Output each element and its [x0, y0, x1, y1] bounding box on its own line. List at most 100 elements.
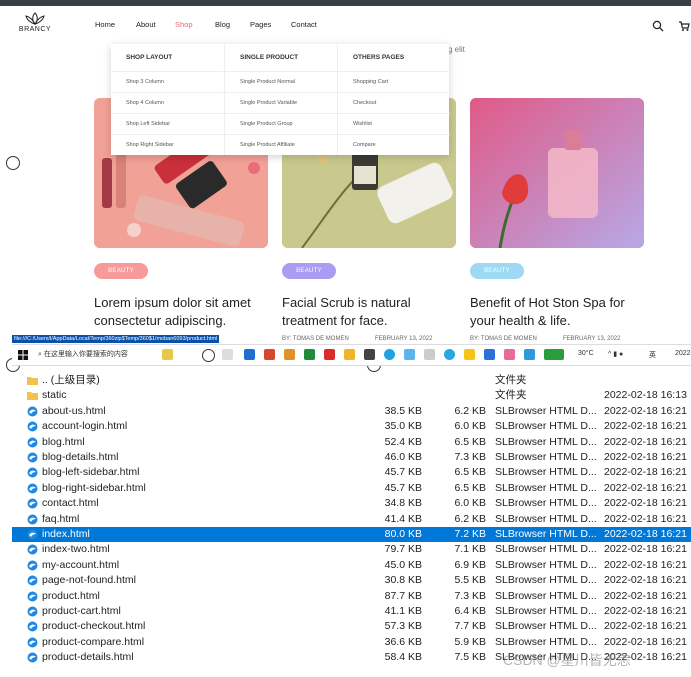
- mega-menu-item[interactable]: Single Product Normal: [225, 71, 337, 92]
- mega-menu-item[interactable]: Single Product Group: [225, 113, 337, 134]
- watermark: CSDN @星川皆无恙: [503, 652, 631, 668]
- file-row[interactable]: blog-details.html 46.0 KB 7.3 KB SLBrowser …: [12, 450, 691, 465]
- file-row[interactable]: blog-left-sidebar.html 45.7 KB 6.5 KB SLBro…: [12, 465, 691, 480]
- input-language[interactable]: 英: [649, 350, 656, 360]
- file-type: SLBrowser HTML D...: [495, 435, 597, 448]
- file-packed-size: 6.2 KB: [454, 512, 486, 525]
- taskbar-search[interactable]: ⌕ 在这里输入你要搜索的内容: [38, 349, 128, 359]
- file-row[interactable]: about-us.html 38.5 KB 6.2 KB SLBrowser HTML…: [12, 404, 691, 419]
- weather-temp[interactable]: 30°C: [578, 350, 594, 357]
- mega-menu-item[interactable]: Wishlist: [338, 113, 450, 134]
- taskbar-app-icon[interactable]: [464, 349, 475, 360]
- nav-shop[interactable]: Shop: [175, 20, 193, 29]
- mega-menu-item[interactable]: Shop Left Sidebar: [111, 113, 223, 134]
- file-row[interactable]: index.html 80.0 KB 7.2 KB SLBrowser HTML D.…: [12, 527, 691, 543]
- mega-menu-item[interactable]: Compare: [338, 134, 450, 155]
- mega-column-single-product: SINGLE PRODUCT Single Product Normal Sin…: [224, 44, 337, 155]
- file-type: SLBrowser HTML D...: [495, 635, 597, 648]
- file-row[interactable]: page-not-found.html 30.8 KB 5.5 KB SLBrowse…: [12, 573, 691, 588]
- taskbar-app-icon[interactable]: [544, 349, 564, 360]
- mega-menu-item[interactable]: Shop 3 Column: [111, 71, 223, 92]
- taskbar-app-icon[interactable]: [504, 349, 515, 360]
- mega-menu-item[interactable]: Single Product Affiliate: [225, 134, 337, 155]
- taskbar-app-icon[interactable]: [222, 349, 233, 360]
- taskbar-app-icon[interactable]: [304, 349, 315, 360]
- file-size: 41.4 KB: [384, 512, 422, 525]
- taskbar-app-icon[interactable]: [264, 349, 275, 360]
- category-badge[interactable]: BEAUTY: [470, 263, 524, 279]
- taskbar-app-icon[interactable]: [404, 349, 415, 360]
- browser-icon: [27, 591, 38, 602]
- taskbar-app-icon[interactable]: [324, 349, 335, 360]
- file-type: SLBrowser HTML D...: [495, 481, 597, 494]
- nav-home[interactable]: Home: [95, 20, 115, 29]
- file-modified-date: 2022-02-18 16:21: [604, 558, 687, 571]
- file-type: 文件夹: [495, 389, 527, 402]
- task-view-icon[interactable]: [202, 349, 215, 362]
- browser-icon: [27, 621, 38, 632]
- file-name: product.html: [42, 589, 100, 602]
- nav-contact[interactable]: Contact: [291, 20, 317, 29]
- file-type: SLBrowser HTML D...: [495, 620, 597, 633]
- mega-menu-item[interactable]: Shopping Cart: [338, 71, 450, 92]
- file-row[interactable]: .. (上级目录) 文件夹: [12, 373, 691, 388]
- file-row[interactable]: contact.html 34.8 KB 6.0 KB SLBrowser HTML …: [12, 496, 691, 511]
- taskbar-app-icon[interactable]: [364, 349, 375, 360]
- file-row[interactable]: blog.html 52.4 KB 6.5 KB SLBrowser HTML D..…: [12, 435, 691, 450]
- blog-card-image-3[interactable]: [470, 98, 644, 248]
- file-type: SLBrowser HTML D...: [495, 497, 597, 510]
- taskbar-app-icon[interactable]: [484, 349, 495, 360]
- blog-card-title-2[interactable]: Facial Scrub is natural treatment for fa…: [282, 294, 462, 329]
- nav-about[interactable]: About: [136, 20, 156, 29]
- file-modified-date: 2022-02-18 16:21: [604, 497, 687, 510]
- file-row[interactable]: my-account.html 45.0 KB 6.9 KB SLBrowser HT…: [12, 558, 691, 573]
- taskbar-app-icon[interactable]: [162, 349, 173, 360]
- file-name: blog-left-sidebar.html: [42, 466, 140, 479]
- mega-menu-item[interactable]: Checkout: [338, 92, 450, 113]
- mega-column-shop-layout: SHOP LAYOUT Shop 3 Column Shop 4 Column …: [111, 44, 223, 155]
- blog-card-title-1[interactable]: Lorem ipsum dolor sit amet consectetur a…: [94, 294, 274, 329]
- system-tray-icons[interactable]: ^ ▮ ●: [608, 350, 623, 358]
- file-modified-date: 2022-02-18 16:13: [604, 389, 687, 402]
- file-size: 41.1 KB: [384, 605, 422, 617]
- taskbar-app-icon[interactable]: [344, 349, 355, 360]
- taskbar-app-icon[interactable]: [384, 349, 395, 360]
- file-row[interactable]: product.html 87.7 KB 7.3 KB SLBrowser HTML …: [12, 589, 691, 604]
- mega-column-heading: OTHERS PAGES: [353, 54, 405, 61]
- file-row[interactable]: static 文件夹 2022-02-18 16:13: [12, 388, 691, 403]
- windows-start-icon[interactable]: [18, 350, 28, 360]
- browser-icon: [27, 406, 38, 417]
- file-row[interactable]: product-checkout.html 57.3 KB 7.7 KB SLBrow…: [12, 619, 691, 634]
- browser-icon: [27, 652, 38, 663]
- taskbar-app-icon[interactable]: [444, 349, 455, 360]
- nav-pages[interactable]: Pages: [250, 20, 271, 29]
- taskbar-app-icon[interactable]: [524, 349, 535, 360]
- category-badge[interactable]: BEAUTY: [282, 263, 336, 279]
- cart-icon[interactable]: [678, 20, 690, 32]
- file-size: 57.3 KB: [384, 620, 422, 633]
- site-logo[interactable]: BRANCY: [14, 12, 56, 42]
- file-row[interactable]: faq.html 41.4 KB 6.2 KB SLBrowser HTML D...…: [12, 512, 691, 527]
- file-row[interactable]: index-two.html 79.7 KB 7.1 KB SLBrowser HTM…: [12, 542, 691, 557]
- search-icon[interactable]: [652, 20, 664, 32]
- file-row[interactable]: product-compare.html 36.6 KB 5.9 KB SLBrows…: [12, 635, 691, 650]
- logo-text: BRANCY: [18, 26, 52, 33]
- category-badge[interactable]: BEAUTY: [94, 263, 148, 279]
- nav-blog[interactable]: Blog: [215, 20, 230, 29]
- perfume-photo: [470, 98, 644, 248]
- file-name: index.html: [42, 528, 90, 540]
- taskbar-app-icon[interactable]: [244, 349, 255, 360]
- mega-menu-item[interactable]: Shop 4 Column: [111, 92, 223, 113]
- file-type: SLBrowser HTML D...: [495, 420, 597, 433]
- file-row[interactable]: product-cart.html 41.1 KB 6.4 KB SLBrowser …: [12, 604, 691, 619]
- file-row[interactable]: blog-right-sidebar.html 45.7 KB 6.5 KB SLBr…: [12, 481, 691, 496]
- taskbar-app-icon[interactable]: [424, 349, 435, 360]
- file-name: page-not-found.html: [42, 574, 136, 587]
- clock-year[interactable]: 2022: [675, 350, 691, 357]
- file-modified-date: 2022-02-18 16:21: [604, 420, 687, 433]
- mega-menu-item[interactable]: Single Product Variable: [225, 92, 337, 113]
- taskbar-app-icon[interactable]: [284, 349, 295, 360]
- file-row[interactable]: account-login.html 35.0 KB 6.0 KB SLBrowser…: [12, 419, 691, 434]
- mega-menu-item[interactable]: Shop Right Sidebar: [111, 134, 223, 155]
- blog-card-title-3[interactable]: Benefit of Hot Ston Spa for your health …: [470, 294, 646, 329]
